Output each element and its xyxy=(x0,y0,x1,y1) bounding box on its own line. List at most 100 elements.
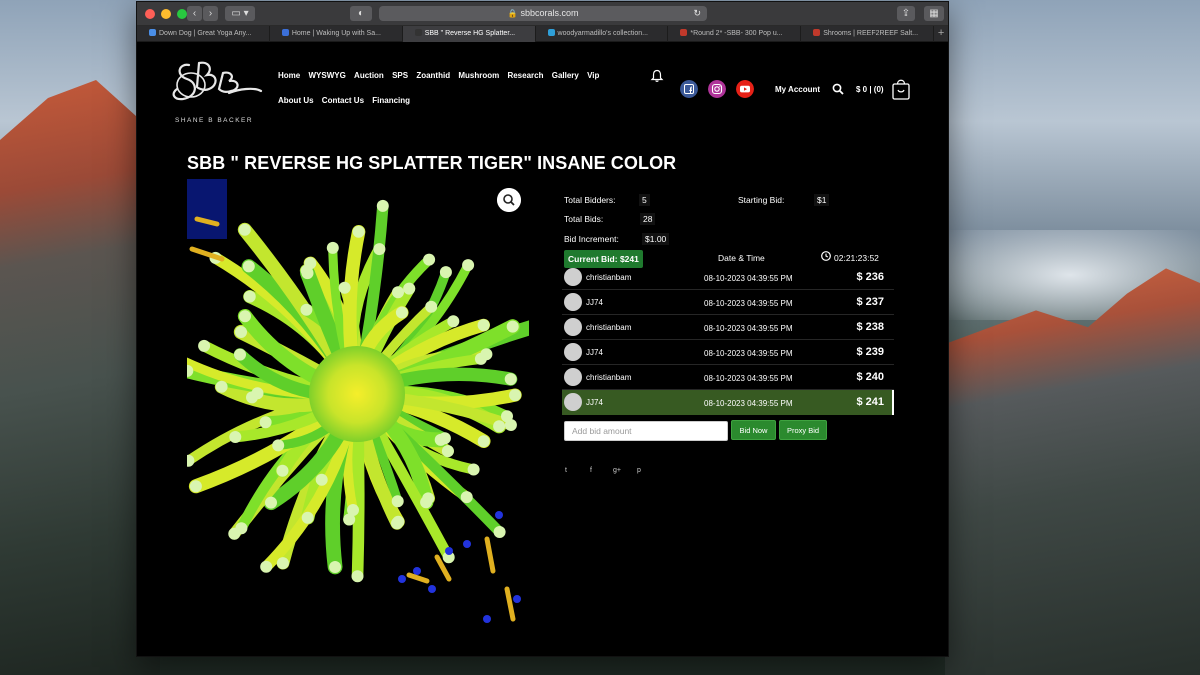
reload-icon[interactable]: ↻ xyxy=(693,6,701,21)
tab-label: SBB " Reverse HG Splatter... xyxy=(424,30,516,37)
youtube-icon[interactable] xyxy=(736,80,754,98)
tab-favicon xyxy=(547,29,555,36)
new-tab-button[interactable]: + xyxy=(934,26,948,41)
total-bids-value: 28 xyxy=(640,213,656,225)
coral-tip xyxy=(373,243,386,256)
tab-favicon xyxy=(813,29,821,36)
coral-tip xyxy=(462,259,475,272)
coral-tip xyxy=(509,389,522,402)
zoom-window-button[interactable] xyxy=(177,9,187,19)
bid-amount-input[interactable] xyxy=(564,421,728,441)
coral-tip xyxy=(242,260,255,273)
search-icon[interactable] xyxy=(832,83,844,95)
instagram-icon[interactable] xyxy=(708,80,726,98)
coral-tip xyxy=(243,290,256,303)
nav-sps[interactable]: SPS xyxy=(392,71,408,80)
shopping-bag-icon[interactable] xyxy=(891,77,911,101)
tab-shrooms[interactable]: Shrooms | REEF2REEF Salt... xyxy=(801,26,935,42)
avatar xyxy=(564,393,582,411)
privacy-shield-icon[interactable]: ◐ xyxy=(350,6,372,21)
nav-financing[interactable]: Financing xyxy=(372,96,410,105)
facebook-icon[interactable] xyxy=(680,80,698,98)
proxy-bid-button[interactable]: Proxy Bid xyxy=(779,420,827,440)
bidder-name: christianbam xyxy=(586,323,632,332)
tab-favicon xyxy=(680,29,688,36)
bell-icon[interactable] xyxy=(650,69,664,83)
avatar xyxy=(564,318,582,336)
bid-now-button[interactable]: Bid Now xyxy=(731,420,776,440)
coral-tip xyxy=(239,310,251,323)
bid-amount: $ 237 xyxy=(856,296,884,308)
coral-tip xyxy=(235,522,248,535)
coral-tip xyxy=(423,253,436,266)
date-time-header: Date & Time xyxy=(718,253,765,263)
avatar xyxy=(564,343,582,361)
nav-about-us[interactable]: About Us xyxy=(278,96,314,105)
nav-research[interactable]: Research xyxy=(507,71,543,80)
tab-waking-up[interactable]: Home | Waking Up with Sa... xyxy=(270,26,403,42)
close-window-button[interactable] xyxy=(145,9,155,19)
nav-contact-us[interactable]: Contact Us xyxy=(322,96,364,105)
sidebar-toggle-button[interactable]: ▭ ▾ xyxy=(225,6,255,21)
total-bidders-value: 5 xyxy=(639,194,650,206)
coral-tip xyxy=(420,496,433,509)
tab-woodyarmadillo[interactable]: woodyarmadillo's collection... xyxy=(536,26,669,42)
url-text: sbbcorals.com xyxy=(520,8,579,18)
nav-wyswyg[interactable]: WYSWYG xyxy=(308,71,345,80)
coral-tip xyxy=(506,320,519,333)
tab-down-dog[interactable]: Down Dog | Great Yoga Any... xyxy=(137,26,270,42)
nav-mushroom[interactable]: Mushroom xyxy=(458,71,499,80)
bid-datetime: 08-10-2023 04:39:55 PM xyxy=(704,324,793,333)
lock-icon: 🔒 xyxy=(507,9,518,18)
coral-tip xyxy=(235,326,247,338)
zoom-icon[interactable] xyxy=(497,188,521,212)
coral-tip xyxy=(351,570,364,583)
tab-round-2[interactable]: *Round 2* -SBB- 300 Pop u... xyxy=(668,26,802,42)
coral-tip xyxy=(238,223,251,236)
product-photo[interactable] xyxy=(187,179,529,637)
coral-tip xyxy=(474,352,487,365)
total-bidders-label: Total Bidders: xyxy=(564,195,616,205)
clock-icon xyxy=(821,251,831,261)
minimize-window-button[interactable] xyxy=(161,9,171,19)
share-icon[interactable]: ⇪ xyxy=(897,6,915,21)
nav-zoanthid[interactable]: Zoanthid xyxy=(416,71,450,80)
coral-tip xyxy=(441,445,454,458)
bid-datetime: 08-10-2023 04:39:55 PM xyxy=(704,399,793,408)
tab-label: Shrooms | REEF2REEF Salt... xyxy=(823,30,919,37)
tab-sbb-active[interactable]: SBB " Reverse HG Splatter... xyxy=(402,26,536,42)
coral-tip xyxy=(477,435,490,448)
cart-total[interactable]: $ 0 | (0) xyxy=(856,85,884,94)
forward-button[interactable]: › xyxy=(203,6,218,21)
product-title: SBB " REVERSE HG SPLATTER TIGER" INSANE … xyxy=(187,153,677,173)
pinterest-share-icon[interactable]: p xyxy=(637,467,641,474)
coral-tip xyxy=(276,557,289,570)
coral-tip xyxy=(467,463,480,476)
mountain-right xyxy=(945,268,1200,675)
address-bar[interactable]: 🔒 sbbcorals.com ↻ xyxy=(379,6,707,21)
coral-tip xyxy=(347,504,359,516)
nav-vip[interactable]: Vip xyxy=(587,71,599,80)
my-account-link[interactable]: My Account xyxy=(775,85,820,94)
coral-tip xyxy=(460,491,473,504)
nav-auction[interactable]: Auction xyxy=(354,71,384,80)
site-page: SHANE B BACKER Home WYSWYG Auction SPS Z… xyxy=(137,43,948,656)
bid-amount: $ 236 xyxy=(856,271,884,283)
facebook-share-icon[interactable]: f xyxy=(590,467,592,474)
coral-tip xyxy=(391,495,404,508)
total-bids-label: Total Bids: xyxy=(564,214,604,224)
twitter-share-icon[interactable]: t xyxy=(565,467,567,474)
nav-home[interactable]: Home xyxy=(278,71,300,80)
google-plus-share-icon[interactable]: g+ xyxy=(613,467,621,474)
bid-amount: $ 241 xyxy=(856,396,884,408)
starting-bid-value: $1 xyxy=(814,194,830,206)
browser-toolbar: ‹ › ▭ ▾ ◐ 🔒 sbbcorals.com ↻ ⇪ ▦ xyxy=(137,2,948,26)
nav-gallery[interactable]: Gallery xyxy=(552,71,579,80)
tab-overview-icon[interactable]: ▦ xyxy=(924,6,944,21)
coral-tip xyxy=(229,431,242,443)
coral-tip xyxy=(338,281,351,294)
back-button[interactable]: ‹ xyxy=(187,6,202,21)
coral-tip xyxy=(477,319,490,332)
coral-tip xyxy=(276,464,289,477)
bid-increment-value: $1.00 xyxy=(642,233,670,245)
